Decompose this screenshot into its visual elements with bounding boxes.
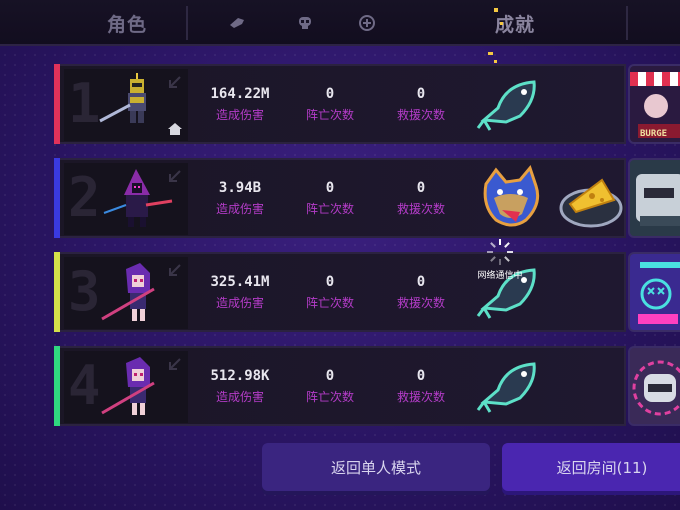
sparkle: [494, 8, 498, 12]
player-color-stripe: [54, 158, 60, 238]
robot-portrait-icon: [636, 174, 680, 226]
rescues-stat: 0 救援次数: [386, 348, 456, 424]
deaths-stat: 0 阵亡次数: [300, 160, 360, 236]
rescues-stat: 0 救援次数: [386, 160, 456, 236]
damage-label: 造成伤害: [215, 295, 264, 310]
tab-weapon[interactable]: [226, 12, 248, 34]
damage-stat: 164.22M 造成伤害: [190, 66, 290, 142]
skull-icon: [299, 17, 311, 29]
damage-label: 造成伤害: [215, 107, 264, 122]
rescues-value: 0: [416, 85, 426, 102]
deaths-label: 阵亡次数: [305, 107, 354, 122]
player-color-stripe: [54, 64, 60, 144]
deaths-value: 0: [325, 179, 335, 196]
player-row-4: 4 512.98K 造成伤害 0 阵亡次数 0 救援次数: [54, 346, 626, 426]
deaths-label: 阵亡次数: [305, 295, 354, 310]
side-card-shop[interactable]: BURGE: [628, 64, 680, 144]
damage-value: 164.22M: [210, 85, 270, 102]
damage-value: 512.98K: [210, 367, 270, 384]
plus-circle-icon: [359, 15, 375, 31]
deaths-label: 阵亡次数: [305, 389, 354, 404]
return-single-mode-button[interactable]: 返回单人模式: [262, 443, 490, 491]
wolf-badge-icon[interactable]: [476, 164, 546, 234]
deaths-stat: 0 阵亡次数: [300, 66, 360, 142]
player-portrait[interactable]: 1: [64, 69, 188, 141]
damage-stat: 512.98K 造成伤害: [190, 348, 290, 424]
lancer-character-sprite: [101, 263, 155, 321]
damage-stat: 3.94B 造成伤害: [190, 160, 290, 236]
cheese-badge-icon[interactable]: [556, 164, 626, 234]
rescues-label: 救援次数: [396, 107, 445, 122]
shop-sign-text: BURGE: [640, 129, 668, 139]
fish-badge-icon[interactable]: [476, 70, 546, 140]
rescues-label: 救援次数: [396, 201, 445, 216]
side-card-3[interactable]: [628, 252, 680, 332]
deaths-value: 0: [325, 85, 335, 102]
top-tab-bar: 角色 成就: [0, 0, 680, 46]
player-row-2: 2 3.94B 造成伤害 0 阵亡次数 0 救援次数: [54, 158, 626, 238]
lancer-character-sprite: [101, 357, 155, 415]
player-row-3: 3 325.41M 造成伤害 0 阵亡次数 0 救援次数: [54, 252, 626, 332]
player-row-1: 1 164.22M 造成伤害 0 阵亡次数 0 救援次数: [54, 64, 626, 144]
tab-add[interactable]: [356, 12, 378, 34]
tab-roles[interactable]: 角色: [92, 0, 162, 46]
side-card-2[interactable]: [628, 158, 680, 238]
rescues-stat: 0 救援次数: [386, 254, 456, 330]
tab-divider: [186, 6, 188, 40]
rescues-label: 救援次数: [396, 295, 445, 310]
rescues-value: 0: [416, 179, 426, 196]
sparkle: [494, 60, 497, 63]
loading-spinner-icon: [487, 239, 513, 265]
deaths-value: 0: [325, 273, 335, 290]
deaths-label: 阵亡次数: [305, 201, 354, 216]
rescues-value: 0: [416, 273, 426, 290]
side-card-4[interactable]: [628, 346, 680, 426]
return-room-button[interactable]: 返回房间(11): [502, 443, 680, 491]
neon-skull-icon: [638, 262, 680, 324]
deaths-value: 0: [325, 367, 335, 384]
player-color-stripe: [54, 346, 60, 426]
player-portrait[interactable]: 2: [64, 163, 188, 235]
host-home-icon: [168, 123, 182, 135]
knight-character-sprite: [99, 73, 146, 123]
player-portrait[interactable]: 4: [64, 351, 188, 423]
sparkle: [500, 22, 503, 25]
network-loading-indicator: 网络通信中: [470, 238, 530, 298]
helmet-portrait-icon: [632, 360, 680, 416]
rescues-value: 0: [416, 367, 426, 384]
mage-character-sprite: [103, 169, 173, 227]
fish-badge-icon[interactable]: [476, 352, 546, 422]
damage-stat: 325.41M 造成伤害: [190, 254, 290, 330]
rescues-label: 救援次数: [396, 389, 445, 404]
loading-text: 网络通信中: [477, 271, 523, 281]
weapon-icon: [230, 18, 244, 28]
player-portrait[interactable]: 3: [64, 257, 188, 329]
damage-label: 造成伤害: [215, 389, 264, 404]
deaths-stat: 0 阵亡次数: [300, 254, 360, 330]
tab-skull[interactable]: [294, 12, 316, 34]
deaths-stat: 0 阵亡次数: [300, 348, 360, 424]
player-color-stripe: [54, 252, 60, 332]
rescues-stat: 0 救援次数: [386, 66, 456, 142]
sparkle: [488, 52, 493, 55]
tab-divider: [626, 6, 628, 40]
damage-value: 3.94B: [218, 179, 262, 196]
damage-value: 325.41M: [210, 273, 270, 290]
damage-label: 造成伤害: [215, 201, 264, 216]
tab-achievements[interactable]: 成就: [470, 0, 560, 46]
